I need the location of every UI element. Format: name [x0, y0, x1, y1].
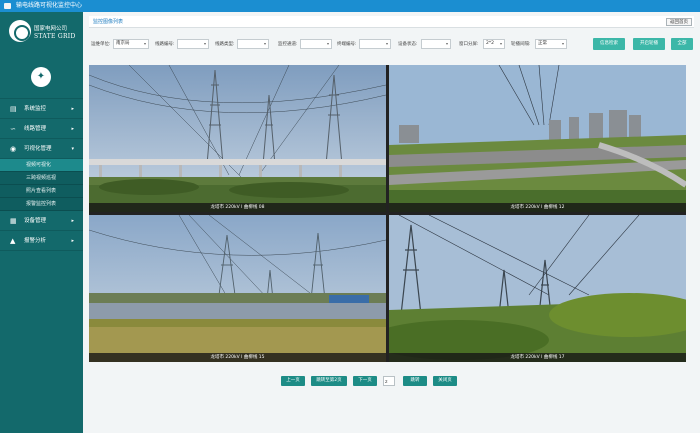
state-grid-logo-icon [9, 20, 31, 42]
go-button[interactable]: 跳转 [403, 376, 427, 386]
grid-split-label: 窗口分屏: [459, 42, 479, 47]
sidebar-item-line-management[interactable]: ∽ 线路管理 ▸ [0, 119, 83, 139]
interval-label: 轮播间隔: [511, 42, 531, 47]
visual-icon: ◉ [10, 145, 17, 153]
all-button[interactable]: 全部 [671, 38, 693, 50]
chevron-right-icon: ▸ [71, 238, 74, 244]
device-icon: ▦ [10, 217, 17, 225]
chevron-down-icon: ▾ [326, 41, 329, 46]
tab-monitor-image-list[interactable]: 监控图像列表 [93, 16, 123, 28]
sidebar-item-label: 可视化管理 [24, 146, 52, 152]
camera-caption: 龙塔市 220kV Ⅰ 曲柳线 12 [389, 203, 686, 212]
chevron-down-icon: ▾ [561, 41, 564, 46]
sidebar-subitem-photo-list[interactable]: 照片查看列表 [0, 185, 83, 198]
camera-3-scene [89, 215, 386, 362]
sidebar-item-system-monitor[interactable]: ▤ 系统监控 ▸ [0, 99, 83, 119]
return-home-button[interactable]: 返回首页 [666, 18, 692, 26]
chevron-right-icon: ▸ [71, 218, 74, 224]
sidebar-subitem-crossing-video[interactable]: 三跨视频巡视 [0, 172, 83, 185]
monitor-icon: ▤ [10, 105, 17, 113]
chevron-down-icon: ▾ [445, 41, 448, 46]
device-select[interactable]: ▾ [359, 39, 391, 49]
grid-split-select[interactable]: 2*2 ▾ [483, 39, 505, 49]
window-title: 输电线路可视化监控中心 [16, 2, 83, 9]
unit-select-value: 南京局 [116, 41, 130, 46]
sidebar-item-label: 线路管理 [24, 126, 47, 132]
brand-logo: 国家电网公司 STATE GRID [0, 12, 83, 50]
sidebar: 国家电网公司 STATE GRID ✦ ▤ 系统监控 ▸ ∽ 线路管理 ▸ ◉ … [0, 12, 83, 433]
camera-feed-2[interactable]: 龙塔市 220kV Ⅰ 曲柳线 12 [389, 65, 686, 212]
sidebar-nav: ▤ 系统监控 ▸ ∽ 线路管理 ▸ ◉ 可视化管理 ▾ 视频可视化 三跨视频巡视… [0, 98, 83, 251]
channel-label: 监控通道: [278, 42, 298, 47]
type-label: 线路类型: [215, 42, 235, 47]
status-select[interactable]: ▾ [421, 39, 451, 49]
filter-bar: 运维单位: 南京局 ▾ 线路编号: ▾ 线路类型: ▾ 监控通道: ▾ 终端编号:… [89, 36, 694, 52]
camera-feed-3[interactable]: 龙塔市 220kV Ⅰ 曲柳线 15 [89, 215, 386, 362]
camera-caption: 龙塔市 220kV Ⅰ 曲柳线 17 [389, 353, 686, 362]
sidebar-item-visual-management[interactable]: ◉ 可视化管理 ▾ [0, 139, 83, 159]
camera-2-scene [389, 65, 686, 212]
window-titlebar: 输电线路可视化监控中心 [0, 0, 700, 12]
camera-caption: 龙塔市 220kV Ⅰ 曲柳线 15 [89, 353, 386, 362]
chevron-down-icon: ▾ [143, 41, 146, 46]
interval-select[interactable]: 正常 ▾ [535, 39, 567, 49]
chevron-right-icon: ▸ [71, 126, 74, 132]
main-content: 监控图像列表 返回首页 运维单位: 南京局 ▾ 线路编号: ▾ 线路类型: ▾ 监… [83, 12, 700, 433]
jump-to-page-button[interactable]: 跳转至第2页 [311, 376, 347, 386]
next-page-button[interactable]: 下一页 [353, 376, 377, 386]
sidebar-item-alarm-analysis[interactable]: ▲ 报警分析 ▸ [0, 231, 83, 251]
camera-caption: 龙塔市 220kV Ⅰ 曲柳线 08 [89, 203, 386, 212]
unit-label: 运维单位: [91, 42, 111, 47]
sidebar-item-label: 设备管理 [24, 218, 47, 224]
camera-feed-1[interactable]: 龙塔市 220kV Ⅰ 曲柳线 08 [89, 65, 386, 212]
camera-1-scene [89, 65, 386, 212]
prev-page-button[interactable]: 上一页 [281, 376, 305, 386]
sidebar-item-label: 系统监控 [24, 106, 47, 112]
channel-select[interactable]: ▾ [300, 39, 332, 49]
status-label: 设备状态: [398, 42, 418, 47]
sidebar-item-label: 报警分析 [24, 238, 47, 244]
camera-grid: 龙塔市 220kV Ⅰ 曲柳线 08 龙塔市 220kV Ⅰ 曲柳线 12 龙塔… [89, 65, 686, 362]
camera-4-scene [389, 215, 686, 362]
carousel-button[interactable]: 开启轮播 [633, 38, 665, 50]
app-icon [4, 3, 11, 9]
device-label: 终端编号: [337, 42, 357, 47]
grid-split-value: 2*2 [486, 41, 494, 46]
alarm-icon: ▲ [10, 237, 16, 245]
type-select[interactable]: ▾ [237, 39, 269, 49]
sidebar-subitem-alarm-list[interactable]: 报警监控列表 [0, 198, 83, 211]
line-select[interactable]: ▾ [177, 39, 209, 49]
chevron-right-icon: ▸ [71, 106, 74, 112]
interval-select-value: 正常 [538, 41, 547, 46]
chevron-down-icon: ▾ [203, 41, 206, 46]
chevron-down-icon: ▾ [385, 41, 388, 46]
line-label: 线路编号: [155, 42, 175, 47]
pagination: 上一页 跳转至第2页 下一页 跳转 关闭页 [83, 376, 700, 386]
chevron-down-icon: ▾ [499, 41, 502, 46]
sidebar-subitem-video-visual[interactable]: 视频可视化 [0, 159, 83, 172]
search-button[interactable]: 信息检索 [593, 38, 625, 50]
brand-name-en: STATE GRID [34, 33, 76, 40]
sidebar-toggle-button[interactable]: ✦ [31, 67, 51, 87]
page-number-input[interactable] [383, 376, 395, 386]
chevron-down-icon: ▾ [263, 41, 266, 46]
tab-bar: 监控图像列表 返回首页 [89, 16, 694, 28]
unit-select[interactable]: 南京局 ▾ [113, 39, 149, 49]
chevron-down-icon: ▾ [71, 146, 74, 152]
close-page-button[interactable]: 关闭页 [433, 376, 457, 386]
line-icon: ∽ [10, 125, 16, 133]
brand-name-cn: 国家电网公司 [34, 26, 68, 32]
camera-feed-4[interactable]: 龙塔市 220kV Ⅰ 曲柳线 17 [389, 215, 686, 362]
sidebar-item-device-management[interactable]: ▦ 设备管理 ▸ [0, 211, 83, 231]
